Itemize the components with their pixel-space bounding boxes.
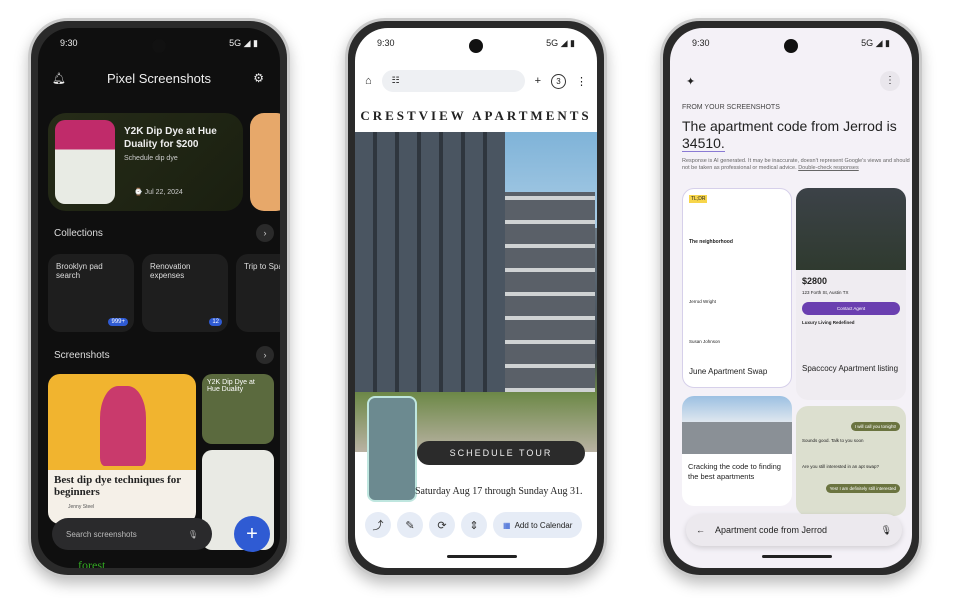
home-indicator (447, 555, 517, 558)
phone-pixel-screenshots: 9:30 5G ◢ ▮ 🔔︎ Pixel Screenshots ⚙ Y2K Di… (28, 18, 290, 578)
signal: 5G ◢ ▮ (229, 37, 258, 48)
screenshot-tile[interactable]: Y2K Dip Dye at Hue Duality (202, 374, 274, 444)
phone-browser: 9:30 5G ◢ ▮ ⌂ ☷ + 3 ⋮ CRESTVIEW APARTMENT… (345, 18, 607, 578)
double-check-link[interactable]: Double-check responses (798, 165, 859, 171)
screenshot-tile[interactable]: Best dip dye techniques for beginners Je… (48, 374, 196, 524)
hero-date: ⌚ Jul 22, 2024 (134, 189, 183, 196)
hero-action[interactable]: Schedule dip dye (124, 155, 178, 162)
disclaimer: Response is AI generated. It may be inac… (682, 158, 910, 171)
result-card[interactable]: Cracking the code to finding the best ap… (682, 396, 792, 506)
hero-thumbnail (55, 120, 115, 204)
tab-count-button[interactable]: 3 (551, 73, 566, 89)
expand-icon[interactable]: ⇕ (461, 512, 487, 538)
camera (469, 39, 483, 53)
search-query-input[interactable]: ← Apartment code from Jerrod 🎙︎ (686, 514, 902, 546)
home-indicator (762, 555, 832, 558)
mic-icon[interactable]: 🎙︎ (881, 525, 892, 536)
home-icon[interactable]: ⌂ (365, 75, 372, 87)
collection-card[interactable]: Brooklyn pad search 999+ (48, 254, 134, 332)
answer-text: The apartment code from Jerrod is 34510. (682, 118, 897, 152)
search-input[interactable]: Search screenshots 🎙︎ (52, 518, 212, 550)
gear-icon[interactable]: ⚙ (253, 71, 264, 85)
chat-card[interactable]: I will call you tonight! Sounds good. Ta… (796, 406, 906, 516)
eyebrow: FROM YOUR SCREENSHOTS (682, 104, 780, 111)
add-fab-button[interactable]: + (234, 516, 270, 552)
tour-dates: Saturday Aug 17 through Sunday Aug 31. (415, 486, 583, 497)
screenshots-chevron-icon[interactable]: › (256, 346, 274, 364)
article-title: Best dip dye techniques for beginners (54, 474, 181, 498)
back-arrow-icon[interactable]: ← (696, 525, 705, 535)
apartment-code: 34510. (682, 135, 725, 152)
share-icon[interactable]: ⤴ (365, 512, 391, 538)
add-to-calendar-button[interactable]: ▦ Add to Calendar (493, 512, 583, 538)
schedule-tour-button[interactable]: SCHEDULE TOUR (417, 441, 585, 465)
time: 9:30 (60, 38, 78, 48)
hero-card[interactable]: Y2K Dip Dye at Hue Duality for $200 Sche… (48, 113, 243, 211)
calendar-icon: ▦ (503, 520, 511, 530)
app-title: Pixel Screenshots (106, 71, 212, 86)
article-author: Jenny Steel (68, 504, 95, 510)
result-card[interactable]: TL;DR The neighborhood Jerrod Wright Sus… (682, 188, 792, 388)
phone-ai-answer: 9:30 5G ◢ ▮ ✦ ⋮ FROM YOUR SCREENSHOTS The… (660, 18, 922, 578)
page-title: CRESTVIEW APARTMENTS (360, 108, 592, 123)
action-bar: ⤴ ✎ ⟳ ⇕ ▦ Add to Calendar (365, 512, 583, 538)
collections-heading: Collections (54, 228, 103, 239)
mic-icon[interactable]: 🎙︎ (188, 530, 198, 539)
browser-toolbar: ⌂ ☷ + 3 ⋮ (355, 68, 597, 94)
tune-icon: ☷ (391, 75, 400, 85)
card-title: June Apartment Swap (689, 367, 768, 376)
screenshot-preview[interactable] (367, 396, 417, 502)
next-hero-card[interactable] (250, 113, 280, 211)
portrait (100, 386, 146, 466)
new-tab-icon[interactable]: + (535, 75, 541, 87)
collections-chevron-icon[interactable]: › (256, 224, 274, 242)
sparkle-icon: ✦ (686, 76, 696, 88)
card-title: Spaccocy Apartment listing (802, 364, 899, 373)
camera (152, 39, 166, 53)
result-card[interactable]: $2800 123 Forth St, Austin TX Contact Ag… (796, 188, 906, 400)
contact-agent-button[interactable]: Contact Agent (802, 302, 900, 315)
hero-title: Y2K Dip Dye at Hue Duality for $200 (124, 126, 217, 150)
collection-card[interactable]: Renovation expenses 12 (142, 254, 228, 332)
lens-icon[interactable]: ⟳ (429, 512, 455, 538)
card-title: Cracking the code to finding the best ap… (688, 462, 781, 481)
address-bar[interactable]: ☷ (381, 70, 525, 92)
collection-card[interactable]: Trip to Spain (236, 254, 280, 332)
screenshots-heading: Screenshots (54, 350, 110, 361)
more-icon[interactable]: ⋮ (576, 75, 587, 88)
more-icon[interactable]: ⋮ (880, 71, 900, 91)
edit-icon[interactable]: ✎ (397, 512, 423, 538)
forest-text: forest (78, 558, 106, 568)
camera (784, 39, 798, 53)
